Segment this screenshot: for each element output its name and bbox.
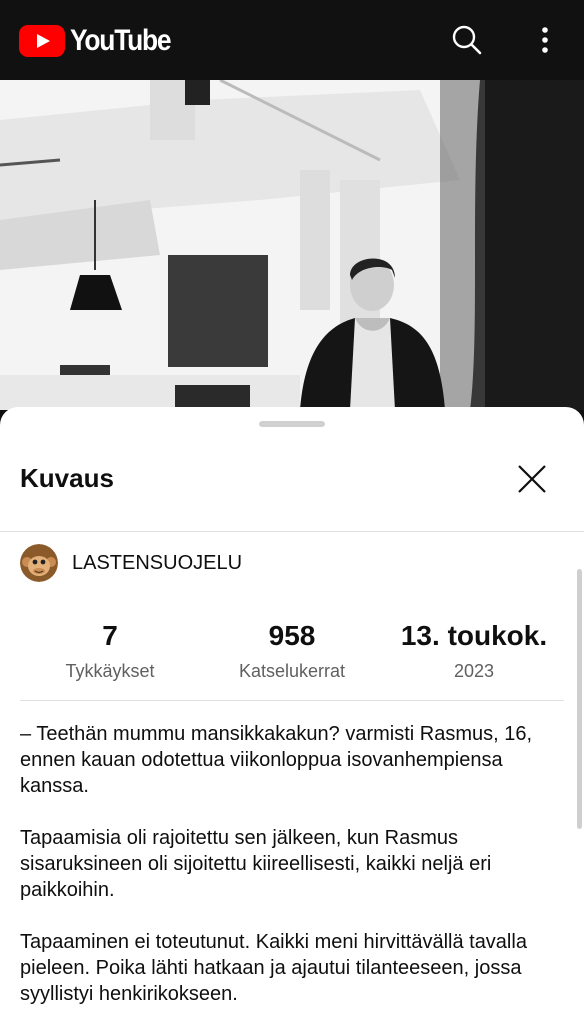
stat-likes: 7 Tykkäykset (40, 619, 180, 682)
description-paragraph: – Teethän mummu mansikkakakun? varmisti … (20, 723, 533, 797)
youtube-wordmark: YouTube (70, 24, 172, 57)
more-vert-icon[interactable] (527, 22, 563, 58)
drag-handle[interactable] (259, 421, 325, 427)
stat-date: 13. toukok. 2023 (384, 619, 564, 682)
description-text: – Teethän mummu mansikkakakun? varmisti … (20, 721, 572, 1033)
video-player[interactable] (0, 80, 584, 410)
stats-divider (20, 700, 564, 701)
stat-views-value: 958 (268, 620, 316, 651)
stat-date-value: 13. toukok. (400, 620, 548, 651)
description-paragraph: Tapaamisia oli rajoitettu sen jälkeen, k… (20, 827, 492, 901)
stat-date-year: 2023 (453, 661, 495, 681)
stat-likes-value: 7 (102, 620, 118, 651)
description-sheet: Kuvaus LASTENSUOJELU 7 Tykkäykset 958 Ka… (0, 407, 584, 1036)
youtube-logo[interactable]: YouTube (19, 24, 184, 58)
youtube-play-icon (19, 25, 65, 57)
header-divider (0, 531, 584, 532)
monkey-avatar-icon (20, 544, 58, 582)
channel-row[interactable]: LASTENSUOJELU (20, 544, 242, 582)
top-app-bar: YouTube (0, 0, 584, 80)
description-paragraph: Tapaaminen ei toteutunut. Kaikki meni hi… (20, 931, 527, 1005)
channel-name[interactable]: LASTENSUOJELU (72, 552, 242, 575)
close-icon[interactable] (514, 461, 550, 497)
video-stats: 7 Tykkäykset 958 Katselukerrat 13. touko… (0, 619, 584, 699)
search-icon[interactable] (449, 22, 485, 58)
stat-views-label: Katselukerrat (238, 661, 346, 681)
video-frame (0, 80, 584, 410)
scrollbar[interactable] (577, 569, 582, 829)
sheet-title: Kuvaus (20, 463, 114, 493)
stat-likes-label: Tykkäykset (65, 661, 155, 681)
stat-views: 958 Katselukerrat (222, 619, 362, 682)
channel-avatar[interactable] (20, 544, 58, 582)
